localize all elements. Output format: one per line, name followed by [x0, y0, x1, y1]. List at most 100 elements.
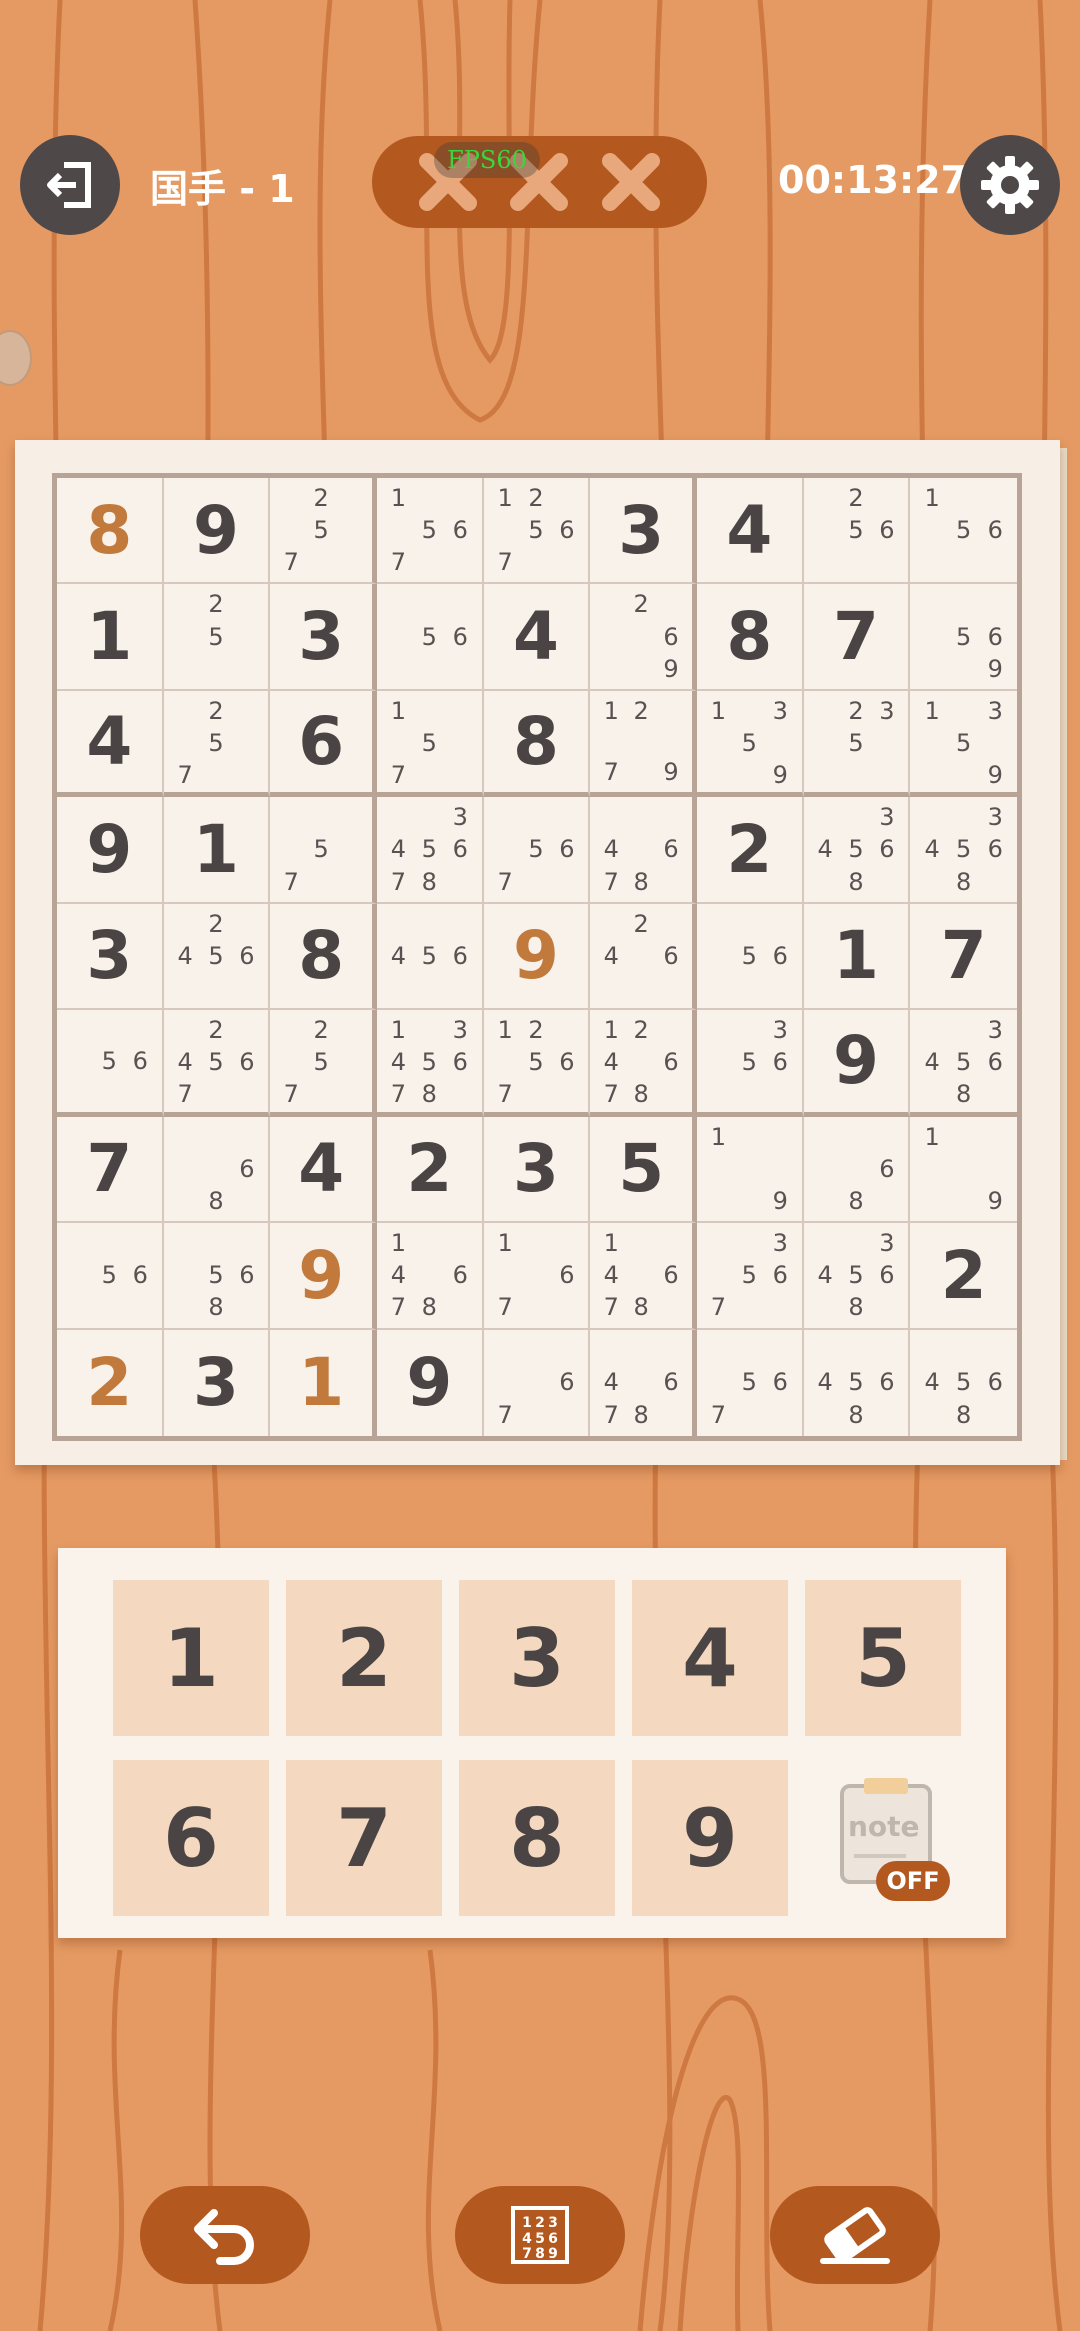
sudoku-cell[interactable]: 9 — [803, 1010, 911, 1117]
sudoku-cell[interactable]: 2 — [57, 1329, 164, 1436]
sudoku-cell[interactable]: 4 6 78 — [590, 1329, 697, 1436]
sudoku-cell[interactable]: 19 — [696, 1116, 804, 1224]
sudoku-cell[interactable]: 26 9 — [590, 584, 697, 691]
sudoku-cell[interactable]: 7 — [803, 584, 911, 691]
sudoku-cell[interactable]: 12 7 9 — [590, 690, 697, 798]
sudoku-cell[interactable]: 2 — [910, 1223, 1017, 1330]
number-key-3[interactable]: 3 — [459, 1580, 615, 1736]
sudoku-cell[interactable]: 1 — [803, 903, 911, 1011]
sudoku-cell[interactable]: 12 56 7 — [483, 478, 591, 585]
sudoku-cell[interactable]: 19 — [910, 1117, 1017, 1224]
sudoku-cell[interactable]: 1 — [163, 797, 271, 904]
sudoku-cell[interactable]: 3 4568 — [910, 1010, 1017, 1117]
sudoku-cell[interactable]: 8 — [57, 478, 164, 585]
sudoku-cell[interactable]: 9 — [270, 1223, 377, 1330]
sudoku-cell[interactable]: 9 — [163, 478, 271, 585]
number-grid-button[interactable]: 123 456 789 — [455, 2186, 625, 2284]
sudoku-cell[interactable]: 56 — [57, 1010, 164, 1117]
sudoku-cell[interactable]: 2 57 — [270, 478, 377, 585]
sudoku-cell[interactable]: 3 — [57, 903, 164, 1011]
number-key-7[interactable]: 7 — [286, 1760, 442, 1916]
settings-button[interactable] — [960, 135, 1060, 235]
sudoku-cell[interactable]: 12 56 7 — [483, 1010, 591, 1117]
sudoku-cell[interactable]: 7 — [910, 904, 1017, 1011]
sudoku-cell[interactable]: 1 359 — [910, 691, 1017, 798]
sudoku-cell[interactable]: 68 — [163, 1116, 271, 1224]
sudoku-cell[interactable]: 157 — [376, 690, 484, 798]
sudoku-cell[interactable]: 9 — [57, 797, 164, 904]
sudoku-cell[interactable]: 3 4568 — [803, 1223, 911, 1330]
number-key-4[interactable]: 4 — [632, 1580, 788, 1736]
sudoku-cell[interactable]: 56 7 — [697, 1329, 804, 1436]
sudoku-cell[interactable]: 25 — [163, 584, 271, 691]
sudoku-cell[interactable]: 9 — [483, 903, 591, 1011]
sudoku-cell[interactable]: 2456 — [163, 903, 271, 1011]
number-key-9[interactable]: 9 — [632, 1760, 788, 1916]
sudoku-cell[interactable]: 3 4568 — [910, 797, 1017, 904]
sudoku-cell[interactable]: 6 — [270, 690, 377, 798]
sudoku-cell[interactable]: 124 6 78 — [590, 1010, 697, 1117]
sudoku-cell[interactable]: 235 — [803, 690, 911, 798]
sudoku-cell[interactable]: 156 — [910, 478, 1017, 585]
sudoku-cell[interactable]: 3 — [270, 584, 377, 691]
sudoku-cell[interactable]: 456 — [376, 903, 484, 1011]
number-key-6[interactable]: 6 — [113, 1760, 269, 1916]
sudoku-cell[interactable]: 3 456 78 — [376, 797, 484, 904]
sudoku-cell[interactable]: 4 — [483, 584, 591, 691]
sudoku-cell[interactable]: 56 — [376, 584, 484, 691]
sudoku-cell[interactable]: 56 — [696, 903, 804, 1011]
sudoku-cell[interactable]: 24 6 — [590, 903, 697, 1011]
number-key-1[interactable]: 1 — [113, 1580, 269, 1736]
sudoku-cell[interactable]: 2 — [376, 1116, 484, 1224]
sudoku-cell[interactable]: 68 — [803, 1116, 911, 1224]
sudoku-cell[interactable]: 4 — [696, 478, 804, 585]
sudoku-cell[interactable]: 568 — [163, 1223, 271, 1330]
sudoku-cell[interactable]: 8 — [270, 903, 377, 1011]
sudoku-cell[interactable]: 1567 — [376, 478, 484, 585]
undo-button[interactable] — [140, 2186, 310, 2284]
sudoku-cell[interactable]: 3 — [483, 1116, 591, 1224]
number-key-2[interactable]: 2 — [286, 1580, 442, 1736]
sudoku-cell[interactable]: 1 4 6 78 — [590, 1223, 697, 1330]
sudoku-cell[interactable]: 1 — [57, 584, 164, 691]
sudoku-cell[interactable]: 67 — [484, 1329, 591, 1436]
sudoku-cell[interactable]: 1 4 6 78 — [376, 1223, 484, 1330]
note-digit — [626, 756, 656, 788]
sudoku-cell[interactable]: 8 — [483, 690, 591, 798]
sudoku-cell[interactable]: 1 6 7 — [483, 1223, 591, 1330]
sudoku-cell[interactable]: 2 57 — [163, 690, 271, 798]
sudoku-cell[interactable]: 1 3 456 78 — [376, 1010, 484, 1117]
note-digit: 6 — [772, 1368, 788, 1397]
sudoku-cell[interactable]: 9 — [377, 1329, 484, 1436]
sudoku-cell[interactable]: 3 — [590, 478, 697, 585]
sudoku-cell[interactable]: 3 — [164, 1329, 271, 1436]
user-digit: 1 — [298, 1344, 345, 1422]
sudoku-cell[interactable]: 4 — [57, 690, 164, 798]
sudoku-cell[interactable]: 3 4568 — [803, 797, 911, 904]
sudoku-cell[interactable]: 57 — [270, 797, 377, 904]
sudoku-cell[interactable]: 2 57 — [270, 1010, 377, 1117]
sudoku-cell[interactable]: 56 — [57, 1223, 164, 1330]
sudoku-cell[interactable]: 2 56 — [803, 478, 911, 585]
sudoku-cell[interactable]: 5 — [590, 1116, 697, 1224]
sudoku-cell[interactable]: 356 7 — [696, 1223, 804, 1330]
number-key-8[interactable]: 8 — [459, 1760, 615, 1916]
sudoku-cell[interactable]: 1 — [270, 1329, 377, 1436]
sudoku-grid: 8925715671256734256156125356426987569425… — [52, 473, 1022, 1441]
sudoku-cell[interactable]: 56 9 — [910, 584, 1017, 691]
sudoku-cell[interactable]: 4 — [270, 1116, 377, 1224]
sudoku-cell[interactable]: 4568 — [804, 1329, 911, 1436]
sudoku-cell[interactable]: 356 — [696, 1010, 804, 1117]
sudoku-cell[interactable]: 4568 — [910, 1330, 1017, 1436]
sudoku-cell[interactable]: 2 — [696, 797, 804, 904]
sudoku-cell[interactable]: 7 — [57, 1116, 164, 1224]
sudoku-cell[interactable]: 56 7 — [483, 797, 591, 904]
sudoku-cell[interactable]: 1 359 — [696, 690, 804, 798]
exit-button[interactable] — [20, 135, 120, 235]
number-key-5[interactable]: 5 — [805, 1580, 961, 1736]
sudoku-cell[interactable]: 8 — [696, 584, 804, 691]
note-toggle-button[interactable]: note OFF — [836, 1778, 950, 1908]
sudoku-cell[interactable]: 2456 7 — [163, 1010, 271, 1117]
erase-button[interactable] — [770, 2186, 940, 2284]
sudoku-cell[interactable]: 4 6 78 — [590, 797, 697, 904]
